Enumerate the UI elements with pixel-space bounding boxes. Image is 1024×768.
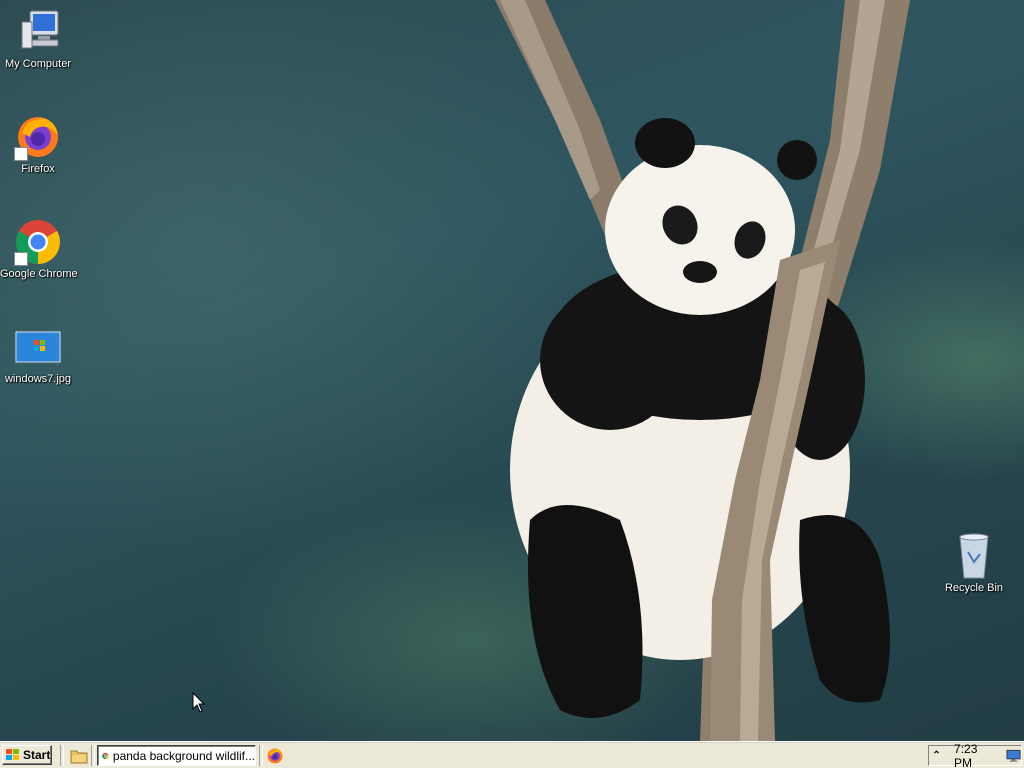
windows-logo-icon (6, 749, 19, 760)
shortcut-arrow-icon (14, 147, 28, 161)
taskbar-separator (259, 745, 263, 766)
taskbar-separator (91, 745, 95, 766)
firefox-icon (14, 113, 62, 161)
file-manager-icon[interactable] (70, 747, 88, 765)
image-file-icon (14, 323, 62, 371)
desktop-icon-label: Firefox (21, 163, 55, 175)
shortcut-arrow-icon (14, 252, 28, 266)
wallpaper-panda (495, 0, 910, 741)
desktop-icon-label: windows7.jpg (4, 373, 72, 385)
system-tray: ⌃ 7:23 PM (928, 742, 1022, 768)
desktop-icon-recycle-bin[interactable]: Recycle Bin (936, 532, 1012, 595)
desktop-icon-firefox[interactable]: Firefox (0, 113, 76, 176)
chrome-icon (102, 752, 109, 759)
taskbar-separator (60, 745, 64, 766)
task-title: panda background wildlif... (112, 748, 255, 763)
desktop-icon-my-computer[interactable]: My Computer (0, 8, 76, 71)
desktop[interactable]: My Computer Firefox Google Chrome window… (0, 0, 1024, 741)
desktop-icon-google-chrome[interactable]: Google Chrome (0, 218, 78, 281)
mouse-cursor-icon (192, 692, 206, 713)
desktop-icon-windows7-jpg[interactable]: windows7.jpg (0, 323, 76, 386)
show-hidden-icons-chevron[interactable]: ⌃ (929, 750, 944, 761)
chrome-icon (14, 218, 62, 266)
tray-clock[interactable]: 7:23 PM (954, 742, 996, 768)
desktop-icon-label: Google Chrome (0, 268, 78, 280)
taskbar: Start panda background wildlif... ⌃ 7:23… (0, 741, 1024, 768)
my-computer-icon (14, 8, 62, 56)
desktop-icon-label: Recycle Bin (944, 582, 1004, 594)
monitor-icon[interactable] (1006, 749, 1021, 763)
firefox-icon[interactable] (266, 747, 284, 765)
desktop-icon-label: My Computer (4, 58, 72, 70)
recycle-bin-icon (950, 532, 998, 580)
taskbar-task-chrome[interactable]: panda background wildlif... (97, 745, 256, 766)
start-button[interactable]: Start (2, 745, 52, 765)
start-label: Start (23, 748, 51, 762)
